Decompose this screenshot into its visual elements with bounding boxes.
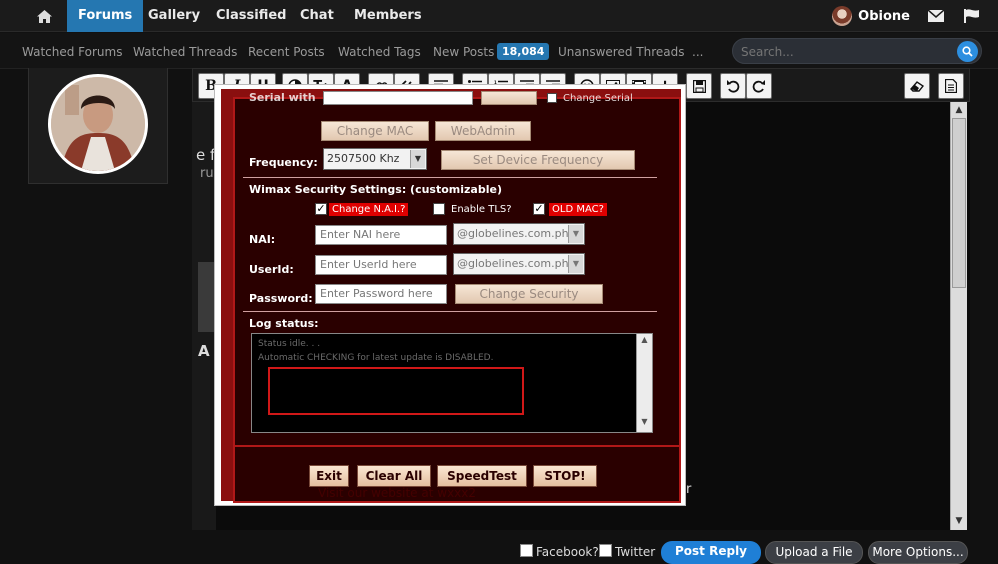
nai-input[interactable]: Enter NAI here: [315, 225, 447, 245]
password-label: Password:: [249, 292, 313, 305]
divider: [243, 311, 657, 312]
divider: [243, 177, 657, 178]
tab-forums[interactable]: Forums: [67, 0, 144, 32]
search-box: [732, 38, 982, 64]
editor-text-fragment: r: [686, 482, 692, 497]
user-name: Obione: [858, 8, 910, 24]
tab-members[interactable]: Members: [343, 0, 433, 32]
chevron-down-icon[interactable]: ▼: [568, 255, 583, 273]
link-recent-posts[interactable]: Recent Posts: [248, 45, 325, 59]
exit-button[interactable]: Exit: [309, 465, 349, 487]
link-watched-forums[interactable]: Watched Forums: [22, 45, 122, 59]
tab-chat[interactable]: Chat: [289, 0, 345, 32]
eraser-icon[interactable]: [904, 73, 930, 99]
log-line: Automatic CHECKING for latest update is …: [258, 353, 494, 363]
userid-domain-value: @globelines.com.ph: [457, 257, 569, 270]
link-more[interactable]: ...: [692, 45, 703, 59]
top-nav: Forums Gallery Classified Chat Members O…: [0, 0, 998, 32]
editor-scrollbar[interactable]: ▲ ▼: [950, 102, 967, 530]
userid-label: UserId:: [249, 263, 294, 276]
frequency-select[interactable]: 2507500 Khz ▼: [323, 148, 427, 170]
post-reply-button[interactable]: Post Reply: [661, 541, 761, 564]
editor-text-fragment: e f: [196, 146, 216, 164]
editor-text-fragment: A: [198, 342, 210, 360]
change-serial-checkbox[interactable]: [547, 93, 557, 103]
app-frame: Serial with Change Serial Change MAC Web…: [221, 89, 681, 503]
more-options-button[interactable]: More Options...: [868, 541, 968, 564]
serial-label: Serial with: [249, 91, 316, 104]
app-panel: Serial with Change Serial Change MAC Web…: [233, 91, 681, 503]
userid-domain-select[interactable]: @globelines.com.ph ▼: [453, 253, 585, 275]
envelope-icon[interactable]: [928, 0, 944, 32]
home-icon[interactable]: [22, 0, 66, 32]
avatar[interactable]: [48, 74, 148, 174]
change-mac-button[interactable]: Change MAC: [321, 121, 429, 141]
change-security-button[interactable]: Change Security: [455, 284, 603, 304]
divider: [235, 445, 681, 447]
flag-icon[interactable]: [964, 0, 979, 32]
link-new-posts[interactable]: New Posts: [433, 45, 494, 59]
user-avatar: [832, 6, 853, 26]
source-mode-icon[interactable]: [938, 73, 964, 99]
webadmin-button[interactable]: WebAdmin: [435, 121, 531, 141]
link-watched-threads[interactable]: Watched Threads: [133, 45, 237, 59]
search-input[interactable]: [741, 43, 951, 61]
scroll-thumb[interactable]: [952, 118, 966, 288]
scroll-down-icon[interactable]: ▼: [952, 514, 966, 528]
log-status-label: Log status:: [249, 317, 319, 330]
scroll-up-icon[interactable]: ▲: [638, 335, 651, 348]
undo-icon[interactable]: [720, 73, 746, 99]
highlight-box: [268, 367, 524, 415]
redo-icon[interactable]: [746, 73, 772, 99]
log-scrollbar[interactable]: ▲ ▼: [636, 334, 652, 432]
log-output[interactable]: Status idle. . . Automatic CHECKING for …: [251, 333, 653, 433]
scroll-up-icon[interactable]: ▲: [952, 103, 966, 117]
save-draft-icon[interactable]: [686, 73, 712, 99]
facebook-checkbox[interactable]: [520, 544, 533, 557]
nai-domain-select[interactable]: @globelines.com.ph ▼: [453, 223, 585, 245]
embedded-app-window: Serial with Change Serial Change MAC Web…: [214, 84, 686, 506]
chevron-down-icon[interactable]: ▼: [568, 225, 583, 243]
nai-domain-value: @globelines.com.ph: [457, 227, 569, 240]
twitter-label: Twitter: [615, 545, 656, 559]
change-nai-label: Change N.A.I.?: [329, 203, 409, 216]
old-mac-label: OLD MAC?: [549, 203, 607, 216]
tab-classified[interactable]: Classified: [205, 0, 297, 32]
facebook-label: Facebook?: [536, 545, 599, 559]
speedtest-button[interactable]: SpeedTest: [437, 465, 527, 487]
search-icon[interactable]: [957, 41, 978, 62]
frequency-value: 2507500 Khz: [327, 152, 400, 165]
twitter-checkbox[interactable]: [599, 544, 612, 557]
change-serial-label: Change Serial: [563, 93, 633, 104]
app-footer-watermark: Visit our website at wxxx2: [318, 486, 477, 500]
new-posts-count-badge: 18,084: [497, 43, 550, 60]
link-watched-tags[interactable]: Watched Tags: [338, 45, 421, 59]
password-input[interactable]: Enter Password here: [315, 284, 447, 304]
link-unanswered-threads[interactable]: Unanswered Threads: [558, 45, 685, 59]
chevron-down-icon[interactable]: ▼: [410, 150, 425, 168]
frequency-label: Frequency:: [249, 156, 318, 169]
enable-tls-checkbox[interactable]: [433, 203, 445, 215]
log-line: Status idle. . .: [258, 339, 321, 349]
nai-label: NAI:: [249, 233, 276, 246]
old-mac-checkbox[interactable]: ✓: [533, 203, 545, 215]
set-frequency-button[interactable]: Set Device Frequency: [441, 150, 635, 170]
security-heading: Wimax Security Settings: (customizable): [249, 183, 502, 196]
serial-field[interactable]: [323, 91, 473, 105]
enable-tls-label: Enable TLS?: [451, 204, 512, 215]
upload-file-button[interactable]: Upload a File: [765, 541, 863, 564]
userid-input[interactable]: Enter UserId here: [315, 255, 447, 275]
stop-button[interactable]: STOP!: [533, 465, 597, 487]
scroll-down-icon[interactable]: ▼: [638, 417, 651, 430]
serial-button[interactable]: [481, 91, 537, 105]
user-menu[interactable]: Obione: [832, 0, 910, 32]
change-nai-checkbox[interactable]: ✓: [315, 203, 327, 215]
tab-gallery[interactable]: Gallery: [137, 0, 211, 32]
clear-all-button[interactable]: Clear All: [357, 465, 431, 487]
